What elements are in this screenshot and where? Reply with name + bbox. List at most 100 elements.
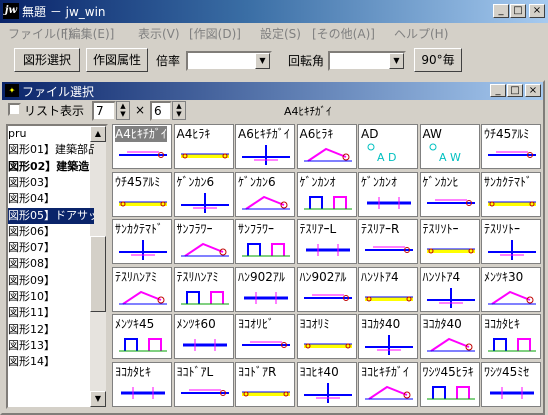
- shape-tile[interactable]: AD A D: [358, 124, 418, 169]
- shape-tile[interactable]: ﾒﾝﾂｷ30: [481, 266, 541, 312]
- shape-tile[interactable]: ﾊﾝ902ｱﾙ: [235, 266, 295, 312]
- folder-list-item[interactable]: 図形14】: [8, 354, 94, 370]
- shape-thumbnail-icon: A D: [367, 143, 397, 164]
- folder-list-item[interactable]: 図形13】: [8, 338, 94, 354]
- shape-tile[interactable]: ﾊﾝ902ｱﾙ: [296, 266, 357, 312]
- shape-tile[interactable]: ﾃｽﾘﾊﾝｱﾐ: [112, 266, 172, 312]
- menu-edit[interactable]: [編集(E)]: [64, 25, 114, 42]
- list-view-checkbox[interactable]: [8, 103, 21, 116]
- menu-settings[interactable]: 設定(S): [260, 25, 301, 42]
- scale-combo[interactable]: ▼: [186, 51, 272, 71]
- dialog-minimize-button[interactable]: _: [490, 84, 506, 97]
- shape-tile[interactable]: ﾒﾝﾂｷ45: [112, 314, 172, 359]
- rotate-90-button[interactable]: 90°毎: [414, 48, 462, 72]
- rows-spinner[interactable]: ▲ ▼: [172, 101, 186, 120]
- dialog-maximize-button[interactable]: □: [507, 84, 523, 97]
- chevron-down-icon[interactable]: ▼: [389, 53, 404, 69]
- shape-tile[interactable]: ｻﾝｶｸﾃﾏﾄﾞ: [481, 171, 541, 217]
- shape-tile[interactable]: ｻﾝﾌﾗﾜｰ: [173, 219, 234, 264]
- folder-list-item[interactable]: 図形03】: [8, 175, 94, 191]
- shape-tile[interactable]: ﾃｽﾘｱｰL: [296, 219, 357, 264]
- shape-tile[interactable]: A6ﾋﾗｷ: [296, 124, 357, 169]
- shape-tile[interactable]: A4ﾋﾗｷ: [173, 124, 234, 169]
- shape-tile[interactable]: ﾖｺｵﾘﾐ: [296, 314, 357, 359]
- shape-tile[interactable]: ﾃｽﾘｿﾄｰ: [419, 219, 480, 264]
- shape-tile[interactable]: A6ﾋｷﾁｶﾞｲ: [235, 124, 295, 169]
- shape-tile[interactable]: AW A W: [419, 124, 480, 169]
- rotate-combo[interactable]: ▼: [328, 51, 406, 71]
- shape-tile-label: ﾃｽﾘｱｰL: [299, 222, 337, 236]
- select-shape-button[interactable]: 図形選択: [14, 48, 80, 72]
- scroll-down-icon[interactable]: ▼: [90, 391, 106, 407]
- shape-tile[interactable]: ﾃｽﾘﾊﾝｱﾐ: [173, 266, 234, 312]
- close-button[interactable]: ×: [529, 4, 545, 18]
- shape-tile[interactable]: ｻﾝｶｸﾃﾏﾄﾞ: [112, 219, 172, 264]
- shape-tile-label: ﾒﾝﾂｷ30: [484, 269, 524, 284]
- shape-tile[interactable]: ﾖｺｶﾀﾋｷ: [112, 361, 172, 407]
- shape-tile-label: ｳﾁ45ｱﾙﾐ: [115, 174, 161, 189]
- draw-attribute-button[interactable]: 作図属性: [86, 48, 148, 72]
- maximize-button[interactable]: □: [510, 4, 526, 18]
- folder-list-item[interactable]: 図形04】: [8, 191, 94, 207]
- folder-list-item[interactable]: 図形07】: [8, 240, 94, 256]
- folder-list-item[interactable]: 図形12】: [8, 322, 94, 338]
- menu-other[interactable]: [その他(A)]: [312, 25, 375, 42]
- shape-tile[interactable]: ﾊﾝｿﾄｱ4: [358, 266, 418, 312]
- folder-list-item[interactable]: pru: [8, 126, 94, 142]
- shape-thumbnail-icon: [426, 199, 475, 206]
- shape-thumbnail-icon: A W: [429, 143, 461, 164]
- chevron-down-icon[interactable]: ▼: [255, 53, 270, 69]
- shape-tile[interactable]: ｻﾝﾌﾗﾜｰ: [235, 219, 295, 264]
- shape-thumbnail-icon: [242, 145, 290, 165]
- shape-tile[interactable]: ﾜｼﾂ45ﾋﾗｷ: [419, 361, 480, 407]
- shape-thumbnail-icon: [180, 192, 229, 213]
- shape-tile[interactable]: ｹﾞﾝｶﾝ6: [235, 171, 295, 217]
- shape-tile[interactable]: ﾖｺｶﾀﾋｷ: [481, 314, 541, 359]
- shape-tile[interactable]: ﾖｺﾄﾞｱR: [235, 361, 295, 407]
- menu-view[interactable]: 表示(V): [138, 25, 180, 42]
- menu-draw[interactable]: [作図(D)]: [189, 25, 241, 42]
- shape-tile[interactable]: ｳﾁ45ｱﾙﾐ: [481, 124, 541, 169]
- shape-tile[interactable]: ｹﾞﾝｶﾝ6: [173, 171, 234, 217]
- columns-input[interactable]: 7: [92, 101, 116, 121]
- shape-tile[interactable]: ｳﾁ45ｱﾙﾐ: [112, 171, 172, 217]
- shape-thumbnail-icon: [426, 385, 475, 399]
- shape-thumbnail-icon: [426, 248, 475, 254]
- shape-tile[interactable]: ｹﾞﾝｶﾝｵ: [296, 171, 357, 217]
- shape-tile[interactable]: ﾖｺｶﾀ40: [419, 314, 480, 359]
- shape-thumbnail-icon: [242, 341, 290, 348]
- shape-tile[interactable]: ﾃｽﾘｱｰR: [358, 219, 418, 264]
- shape-tile[interactable]: ﾖｺｵﾘﾋﾞ: [235, 314, 295, 359]
- minimize-button[interactable]: _: [493, 4, 509, 18]
- folder-list-item[interactable]: 図形11】: [8, 305, 94, 321]
- shape-thumbnail-icon: [180, 242, 229, 257]
- shape-tile[interactable]: ﾖｺﾄﾞｱL: [173, 361, 234, 407]
- folder-list-item[interactable]: 図形10】: [8, 289, 94, 305]
- shape-thumbnail-icon: [305, 244, 350, 256]
- shape-tile[interactable]: ﾖｺﾋｷﾁｶﾞｲ: [358, 361, 418, 407]
- folder-list[interactable]: ▲ ▼ pru 図形01】建築部品 図形02】建築造 図形03】 図形04】 図形05】ド…: [6, 124, 108, 409]
- columns-spinner[interactable]: ▲ ▼: [116, 101, 130, 120]
- shape-tile[interactable]: ｹﾞﾝｶﾝﾋ: [419, 171, 480, 217]
- shape-tile[interactable]: ﾖｺﾋｷ40: [296, 361, 357, 407]
- menu-help[interactable]: ヘルプ(H): [394, 25, 448, 42]
- shape-tile[interactable]: ｹﾞﾝｶﾝｵ: [358, 171, 418, 217]
- rows-input[interactable]: 6: [150, 101, 172, 121]
- shape-tile[interactable]: ﾖｺｶﾀ40: [358, 314, 418, 359]
- shape-tile-label: ﾊﾝｿﾄｱ4: [422, 269, 461, 284]
- folder-list-item[interactable]: 図形02】建築造: [8, 159, 94, 175]
- shape-tile[interactable]: ﾃｽﾘｿﾄｰ: [481, 219, 541, 264]
- shape-tile[interactable]: ﾊﾝｿﾄｱ4: [419, 266, 480, 312]
- scale-label: 倍率: [156, 54, 181, 68]
- menu-file[interactable]: ファイル(F): [8, 25, 72, 42]
- shape-tile[interactable]: A4ﾋｷﾁｶﾞｲ: [112, 124, 172, 169]
- shape-tile[interactable]: ﾜｼﾂ45ﾐｾ: [481, 361, 541, 407]
- shape-tile[interactable]: ﾒﾝﾂｷ60: [173, 314, 234, 359]
- folder-list-item[interactable]: 図形05】ドアサッシ系: [8, 207, 94, 224]
- folder-list-item[interactable]: 図形06】: [8, 224, 94, 240]
- dialog-close-button[interactable]: ×: [525, 84, 541, 97]
- folder-list-item[interactable]: 図形01】建築部品: [8, 142, 94, 158]
- folder-list-item[interactable]: 図形08】: [8, 256, 94, 272]
- shape-tile-label: ﾖｺｵﾘﾐ: [299, 317, 330, 331]
- folder-list-item[interactable]: 図形09】: [8, 273, 94, 289]
